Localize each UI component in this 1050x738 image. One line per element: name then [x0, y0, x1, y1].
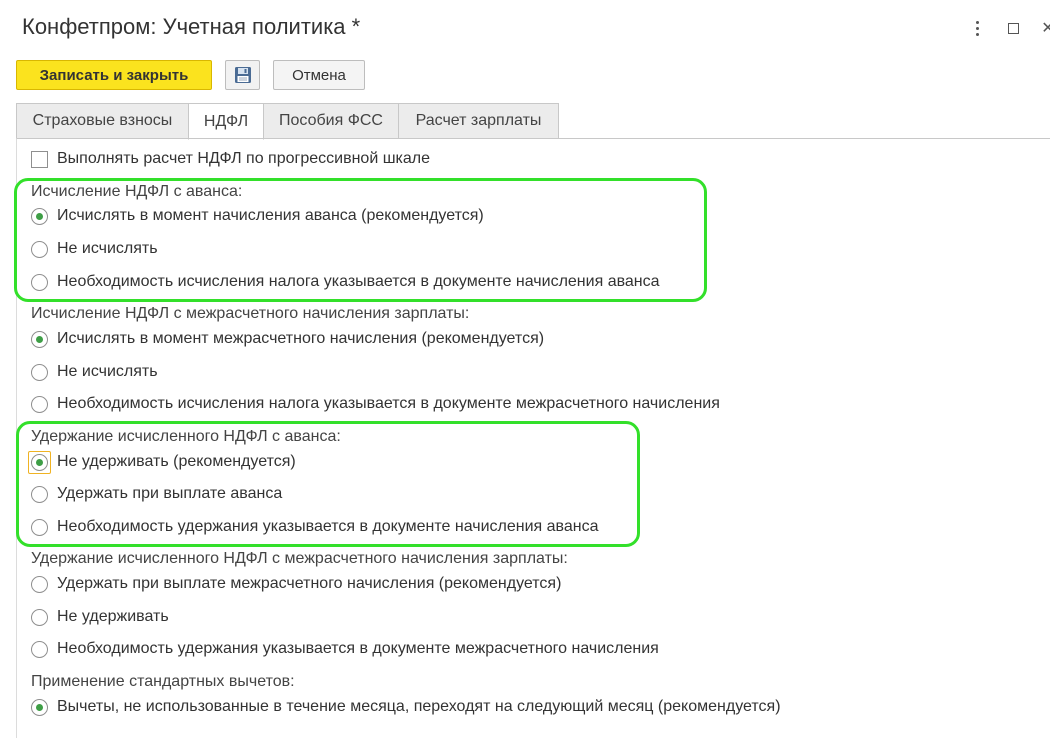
save-and-close-button[interactable]: Записать и закрыть	[16, 60, 212, 90]
save-button[interactable]	[225, 60, 260, 90]
radio-label: Исчислять в момент начисления аванса (ре…	[57, 207, 484, 224]
radio-row[interactable]: Удержать при выплате аванса	[31, 483, 282, 505]
radio-label: Необходимость исчисления налога указывае…	[57, 273, 660, 290]
radio-row[interactable]: Не исчислять	[31, 238, 158, 260]
radio-label: Необходимость удержания указывается в до…	[57, 518, 599, 535]
radio-row[interactable]: Удержать при выплате межрасчетного начис…	[31, 573, 561, 595]
radio-button[interactable]	[31, 698, 48, 716]
tab-fss-benefits[interactable]: Пособия ФСС	[263, 103, 399, 139]
progressive-scale-checkbox[interactable]	[31, 150, 48, 168]
radio-label: Необходимость исчисления налога указывае…	[57, 395, 720, 412]
radio-label: Исчислять в момент межрасчетного начисле…	[57, 330, 545, 347]
radio-button[interactable]	[31, 518, 48, 536]
more-actions-button[interactable]	[967, 18, 987, 38]
tab-ndfl[interactable]: НДФЛ	[188, 103, 264, 140]
group-label-interim-calculation: Исчисление НДФЛ с межрасчетного начислен…	[31, 305, 470, 322]
radio-button[interactable]	[28, 450, 51, 474]
radio-button[interactable]	[31, 485, 48, 503]
window-title: Конфетпром: Учетная политика *	[22, 14, 361, 39]
progressive-scale-label: Выполнять расчет НДФЛ по прогрессивной ш…	[57, 150, 431, 167]
radio-label: Не удерживать	[57, 608, 169, 625]
group-label-interim-withholding: Удержание исчисленного НДФЛ с межрасчетн…	[31, 550, 568, 567]
radio-button[interactable]	[31, 608, 48, 626]
radio-button[interactable]	[31, 207, 48, 225]
radio-button[interactable]	[31, 330, 48, 348]
radio-row[interactable]: Необходимость удержания указывается в до…	[31, 638, 659, 660]
radio-button[interactable]	[31, 640, 48, 658]
group-label-advance-calculation: Исчисление НДФЛ с аванса:	[31, 183, 243, 200]
radio-row[interactable]: Исчислять в момент начисления аванса (ре…	[31, 205, 484, 227]
cancel-button[interactable]: Отмена	[273, 60, 365, 90]
vertical-dots-icon	[975, 20, 979, 36]
radio-label: Удержать при выплате аванса	[57, 485, 283, 502]
radio-button[interactable]	[31, 575, 48, 593]
radio-row[interactable]: Не удерживать (рекомендуется)	[28, 450, 296, 474]
radio-label: Необходимость удержания указывается в до…	[57, 640, 659, 657]
tab-payroll[interactable]: Расчет зарплаты	[398, 103, 559, 139]
radio-row[interactable]: Не удерживать	[31, 606, 169, 628]
radio-row[interactable]: Исчислять в момент межрасчетного начисле…	[31, 328, 544, 350]
radio-label: Вычеты, не использованные в течение меся…	[57, 698, 781, 715]
close-button[interactable]: ✕	[1038, 18, 1050, 38]
tab-insurance-contributions[interactable]: Страховые взносы	[16, 103, 189, 139]
radio-row[interactable]: Вычеты, не использованные в течение меся…	[31, 696, 781, 718]
floppy-disk-icon	[234, 67, 251, 83]
radio-button[interactable]	[31, 395, 48, 413]
radio-row[interactable]: Необходимость исчисления налога указывае…	[31, 393, 720, 415]
radio-button[interactable]	[31, 240, 48, 258]
progressive-scale-checkbox-row[interactable]: Выполнять расчет НДФЛ по прогрессивной ш…	[31, 148, 430, 170]
radio-label: Удержать при выплате межрасчетного начис…	[57, 575, 562, 592]
radio-label: Не удерживать (рекомендуется)	[57, 453, 296, 470]
radio-button[interactable]	[31, 363, 48, 381]
focus-ring	[28, 450, 51, 474]
radio-label: Не исчислять	[57, 240, 158, 257]
radio-row[interactable]: Не исчислять	[31, 361, 158, 383]
group-label-advance-withholding: Удержание исчисленного НДФЛ с аванса:	[31, 428, 341, 445]
radio-row[interactable]: Необходимость удержания указывается в до…	[31, 516, 599, 538]
radio-label: Не исчислять	[57, 363, 158, 380]
close-icon: ✕	[1041, 20, 1050, 37]
radio-row[interactable]: Необходимость исчисления налога указывае…	[31, 271, 660, 293]
maximize-icon	[1007, 22, 1019, 34]
title-bar: Конфетпром: Учетная политика * ✕	[0, 0, 1050, 56]
radio-button[interactable]	[31, 273, 48, 291]
group-label-standard-deductions: Применение стандартных вычетов:	[31, 673, 295, 690]
maximize-button[interactable]	[1003, 18, 1023, 38]
